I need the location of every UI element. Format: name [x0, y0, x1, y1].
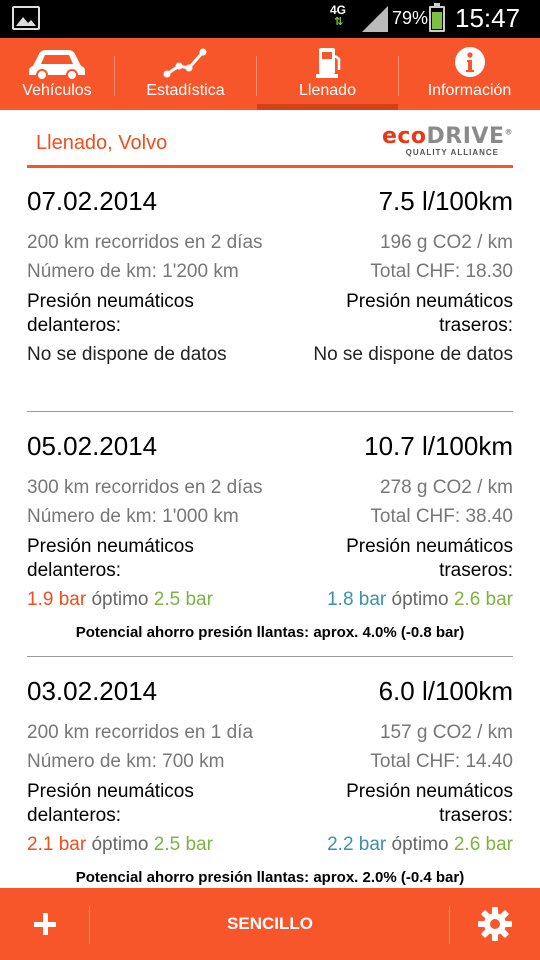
rear-pressure-value: 2.2 bar óptimo 2.6 bar: [327, 834, 513, 855]
entry-co2: 196 g CO2 / km: [379, 232, 513, 253]
entry-odometer: Número de km: 1'200 km: [27, 261, 239, 282]
rear-pressure-label: Presión neumáticos traseros:: [346, 291, 513, 336]
fuel-pump-icon: [315, 48, 340, 78]
entry-date: 03.02.2014: [27, 676, 158, 706]
entry-total: Total CHF: 14.40: [370, 751, 513, 772]
line-chart-icon: [163, 48, 206, 78]
entry-total: Total CHF: 38.40: [370, 506, 513, 527]
tab-label: Vehículos: [22, 82, 92, 99]
rear-pressure-value: No se dispone de datos: [313, 344, 513, 365]
entry-distance: 200 km recorridos en 2 días: [27, 232, 263, 253]
settings-button[interactable]: [450, 888, 540, 960]
signal-icon: [362, 6, 388, 32]
savings-note: Potencial ahorro presión llantas: aprox.…: [75, 624, 465, 641]
status-bar: 4G ⇅ 79% 15:47: [0, 0, 540, 38]
active-tab-indicator: [257, 104, 398, 110]
mode-button[interactable]: SENCILLO: [90, 888, 450, 960]
top-nav: Vehículos Estadística Llenado Informació…: [0, 38, 540, 110]
logo-wordmark: ecoDRIVE®: [381, 124, 513, 149]
entry-date: 05.02.2014: [27, 431, 158, 461]
image-notification-icon: [12, 6, 40, 30]
entry-odometer: Número de km: 700 km: [27, 751, 225, 772]
front-pressure-value: 1.9 bar óptimo 2.5 bar: [27, 589, 213, 610]
entry-date: 07.02.2014: [27, 186, 158, 216]
clock: 15:47: [455, 3, 521, 33]
front-pressure-value: 2.1 bar óptimo 2.5 bar: [27, 834, 213, 855]
entry-consumption: 7.5 l/100km: [378, 186, 513, 216]
tab-label: Información: [427, 82, 512, 99]
network-indicator: 4G ⇅: [330, 4, 346, 28]
tab-informacion[interactable]: Información: [399, 38, 540, 110]
fillup-entry[interactable]: 05.02.2014 10.7 l/100km 300 km recorrido…: [27, 431, 513, 646]
battery-percent: 79%: [392, 8, 429, 28]
add-fillup-button[interactable]: [0, 888, 90, 960]
bottom-bar: SENCILLO: [0, 888, 540, 960]
battery-fill: [432, 11, 442, 29]
page-header: Llenado, Volvo ecoDRIVE® QUALITY ALLIANC…: [27, 124, 513, 168]
entry-distance: 300 km recorridos en 2 días: [27, 477, 263, 498]
rear-pressure-label: Presión neumáticos traseros:: [346, 781, 513, 826]
entry-divider: [27, 656, 513, 657]
rear-pressure-label: Presión neumáticos traseros:: [346, 536, 513, 581]
front-pressure-value: No se dispone de datos: [27, 344, 227, 365]
tab-estadistica[interactable]: Estadística: [115, 38, 256, 110]
entry-consumption: 6.0 l/100km: [378, 676, 513, 706]
car-icon: [29, 50, 85, 80]
front-pressure-label: Presión neumáticos delanteros:: [27, 781, 194, 826]
entry-odometer: Número de km: 1'000 km: [27, 506, 239, 527]
front-pressure-label: Presión neumáticos delanteros:: [27, 291, 194, 336]
entry-total: Total CHF: 18.30: [370, 261, 513, 282]
page-title: Llenado, Volvo: [36, 132, 168, 154]
tab-label: Llenado: [299, 82, 356, 99]
logo-subtitle: QUALITY ALLIANCE: [405, 148, 499, 157]
ecodrive-logo: ecoDRIVE® QUALITY ALLIANCE: [363, 124, 513, 160]
battery-icon: [429, 3, 445, 32]
entry-co2: 278 g CO2 / km: [379, 477, 513, 498]
info-icon: [454, 47, 485, 77]
entry-consumption: 10.7 l/100km: [364, 431, 513, 461]
entry-divider: [27, 411, 513, 412]
network-type: 4G: [330, 3, 347, 17]
rear-pressure-value: 1.8 bar óptimo 2.6 bar: [327, 589, 513, 610]
gear-icon: [478, 907, 512, 941]
tab-label: Estadística: [146, 82, 225, 99]
fillup-entry[interactable]: 03.02.2014 6.0 l/100km 200 km recorridos…: [27, 676, 513, 891]
entry-co2: 157 g CO2 / km: [379, 722, 513, 743]
tab-llenado[interactable]: Llenado: [257, 38, 398, 110]
entry-distance: 200 km recorridos en 1 día: [27, 722, 254, 743]
fillup-entry[interactable]: 07.02.2014 7.5 l/100km 200 km recorridos…: [27, 186, 513, 373]
tab-vehiculos[interactable]: Vehículos: [0, 38, 114, 110]
front-pressure-label: Presión neumáticos delanteros:: [27, 536, 194, 581]
data-arrows-icon: ⇅: [334, 16, 344, 28]
